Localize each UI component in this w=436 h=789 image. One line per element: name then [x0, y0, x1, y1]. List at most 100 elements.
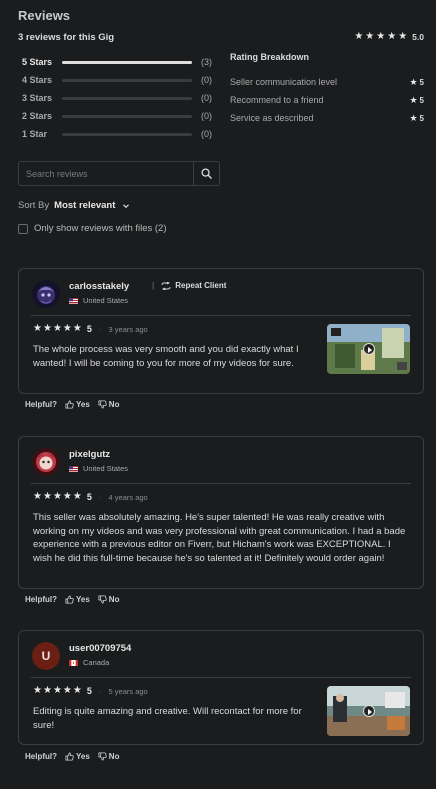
rating-breakdown-title: Rating Breakdown: [230, 52, 310, 62]
star-icon: ★: [62, 685, 72, 696]
helpful-row: Helpful? Yes No: [25, 752, 127, 761]
review-rating: ★ ★ ★ ★ ★ 5 · 4 years ago: [33, 491, 148, 503]
review-text: This seller was absolutely amazing. He's…: [33, 512, 406, 564]
reviews-summary: 3 reviews for this Gig: [18, 32, 115, 43]
star-bar-label: 3 Stars: [22, 93, 53, 103]
avatar[interactable]: [32, 280, 60, 308]
star-icon: ★: [376, 31, 386, 42]
flag-icon: [69, 659, 78, 666]
star-icon: ★: [33, 491, 42, 502]
chevron-down-icon[interactable]: [122, 202, 130, 210]
helpful-yes-button[interactable]: Yes: [65, 400, 90, 409]
rating-value: 5: [86, 324, 92, 334]
reviewer-country: Canada: [69, 658, 109, 667]
star-bar-label: 2 Stars: [22, 111, 53, 121]
star-icon: ★: [33, 685, 42, 696]
helpful-no-button[interactable]: No: [98, 752, 120, 761]
star-bar-count: (0): [201, 93, 212, 103]
helpful-row: Helpful? Yes No: [25, 400, 127, 409]
star-icon: ★: [42, 491, 52, 502]
reviewer-country: United States: [69, 296, 128, 305]
star-bar-track: [62, 78, 192, 82]
review-time: 3 years ago: [108, 324, 148, 334]
star-bar-2: 2 Stars (0): [22, 107, 214, 125]
sort-label: Sort By: [18, 200, 50, 211]
star-bar-track: [62, 96, 192, 100]
rating-breakdown: Rating Breakdown Seller communication le…: [230, 52, 424, 127]
avatar[interactable]: U: [32, 642, 60, 670]
separator-dot: ·: [98, 492, 102, 502]
breakdown-label: Seller communication level: [230, 77, 338, 87]
separator-dot: ·: [98, 686, 102, 696]
flag-icon: [69, 465, 78, 472]
no-label: No: [108, 752, 120, 761]
helpful-label: Helpful?: [25, 752, 57, 761]
yes-label: Yes: [76, 400, 90, 409]
thumbs-up-icon: [65, 752, 74, 761]
breakdown-value: 5: [419, 77, 424, 87]
play-icon[interactable]: [362, 343, 375, 355]
review-time: 4 years ago: [108, 492, 148, 502]
review-media-thumbnail[interactable]: [327, 686, 410, 736]
helpful-no-button[interactable]: No: [98, 595, 120, 604]
rating-value: 5: [86, 686, 92, 696]
badge-label: Repeat Client: [175, 281, 227, 290]
star-icon: ★: [42, 685, 52, 696]
helpful-no-button[interactable]: No: [98, 400, 119, 409]
files-checkbox[interactable]: [18, 223, 28, 234]
star-bar-label: 5 Stars: [22, 57, 53, 67]
reviewer-name[interactable]: carlosstakely: [69, 281, 129, 292]
avatar[interactable]: [32, 448, 60, 476]
thumbs-up-icon: [65, 400, 74, 409]
star-bar-fill: [62, 60, 192, 64]
overall-rating-value: 5.0: [412, 32, 424, 42]
review-media-thumbnail[interactable]: [327, 324, 410, 374]
thumbs-down-icon: [98, 595, 107, 604]
review-text: Editing is quite amazing and creative. W…: [33, 706, 302, 731]
helpful-yes-button[interactable]: Yes: [65, 752, 90, 761]
star-bar-count: (3): [201, 57, 212, 67]
search-input[interactable]: [19, 162, 193, 185]
star-icon: ★: [52, 491, 62, 502]
review-text: The whole process was very smooth and yo…: [33, 344, 299, 369]
helpful-yes-button[interactable]: Yes: [65, 595, 90, 604]
star-icon: ★: [409, 94, 418, 105]
star-icon: ★: [52, 685, 62, 696]
star-bar-count: (0): [201, 75, 212, 85]
play-icon[interactable]: [362, 705, 375, 717]
no-label: No: [108, 595, 120, 604]
review-time: 5 years ago: [108, 686, 148, 696]
star-bar-track: [62, 114, 192, 118]
search-button[interactable]: [193, 162, 219, 185]
helpful-label: Helpful?: [25, 400, 57, 409]
star-distribution: 5 Stars (3) 4 Stars (0) 3 Stars (0) 2 St…: [22, 53, 214, 143]
review-rating: ★ ★ ★ ★ ★ 5 · 5 years ago: [33, 685, 148, 697]
country-name: United States: [83, 464, 129, 473]
repeat-client-badge: | Repeat Client: [152, 281, 226, 290]
star-bar-4: 4 Stars (0): [22, 71, 214, 89]
star-bar-track: [62, 60, 192, 64]
star-bar-count: (0): [201, 111, 212, 121]
divider: [31, 315, 411, 316]
breakdown-row: Recommend to a friend ★ 5: [230, 91, 424, 109]
star-icon: ★: [33, 323, 42, 334]
badge-separator: |: [152, 281, 155, 290]
reviewer-name[interactable]: user00709754: [69, 643, 131, 654]
sort-by: Sort By Most relevant: [18, 200, 130, 211]
star-bar-1: 1 Star (0): [22, 125, 214, 143]
search-icon: [201, 168, 212, 179]
country-name: Canada: [83, 658, 110, 667]
helpful-label: Helpful?: [25, 595, 57, 604]
thumbs-up-icon: [65, 595, 74, 604]
reviewer-name[interactable]: pixelgutz: [69, 449, 110, 460]
star-icon: ★: [72, 491, 82, 502]
review-card: carlosstakely | Repeat Client United Sta…: [18, 268, 424, 394]
thumbs-down-icon: [98, 752, 107, 761]
files-filter[interactable]: Only show reviews with files (2): [18, 223, 167, 234]
star-icon: ★: [72, 323, 82, 334]
sort-dropdown[interactable]: Most relevant: [54, 200, 115, 211]
star-bar-3: 3 Stars (0): [22, 89, 214, 107]
star-bar-5[interactable]: 5 Stars (3): [22, 53, 214, 71]
breakdown-label: Recommend to a friend: [230, 95, 324, 105]
breakdown-label: Service as described: [230, 113, 314, 123]
